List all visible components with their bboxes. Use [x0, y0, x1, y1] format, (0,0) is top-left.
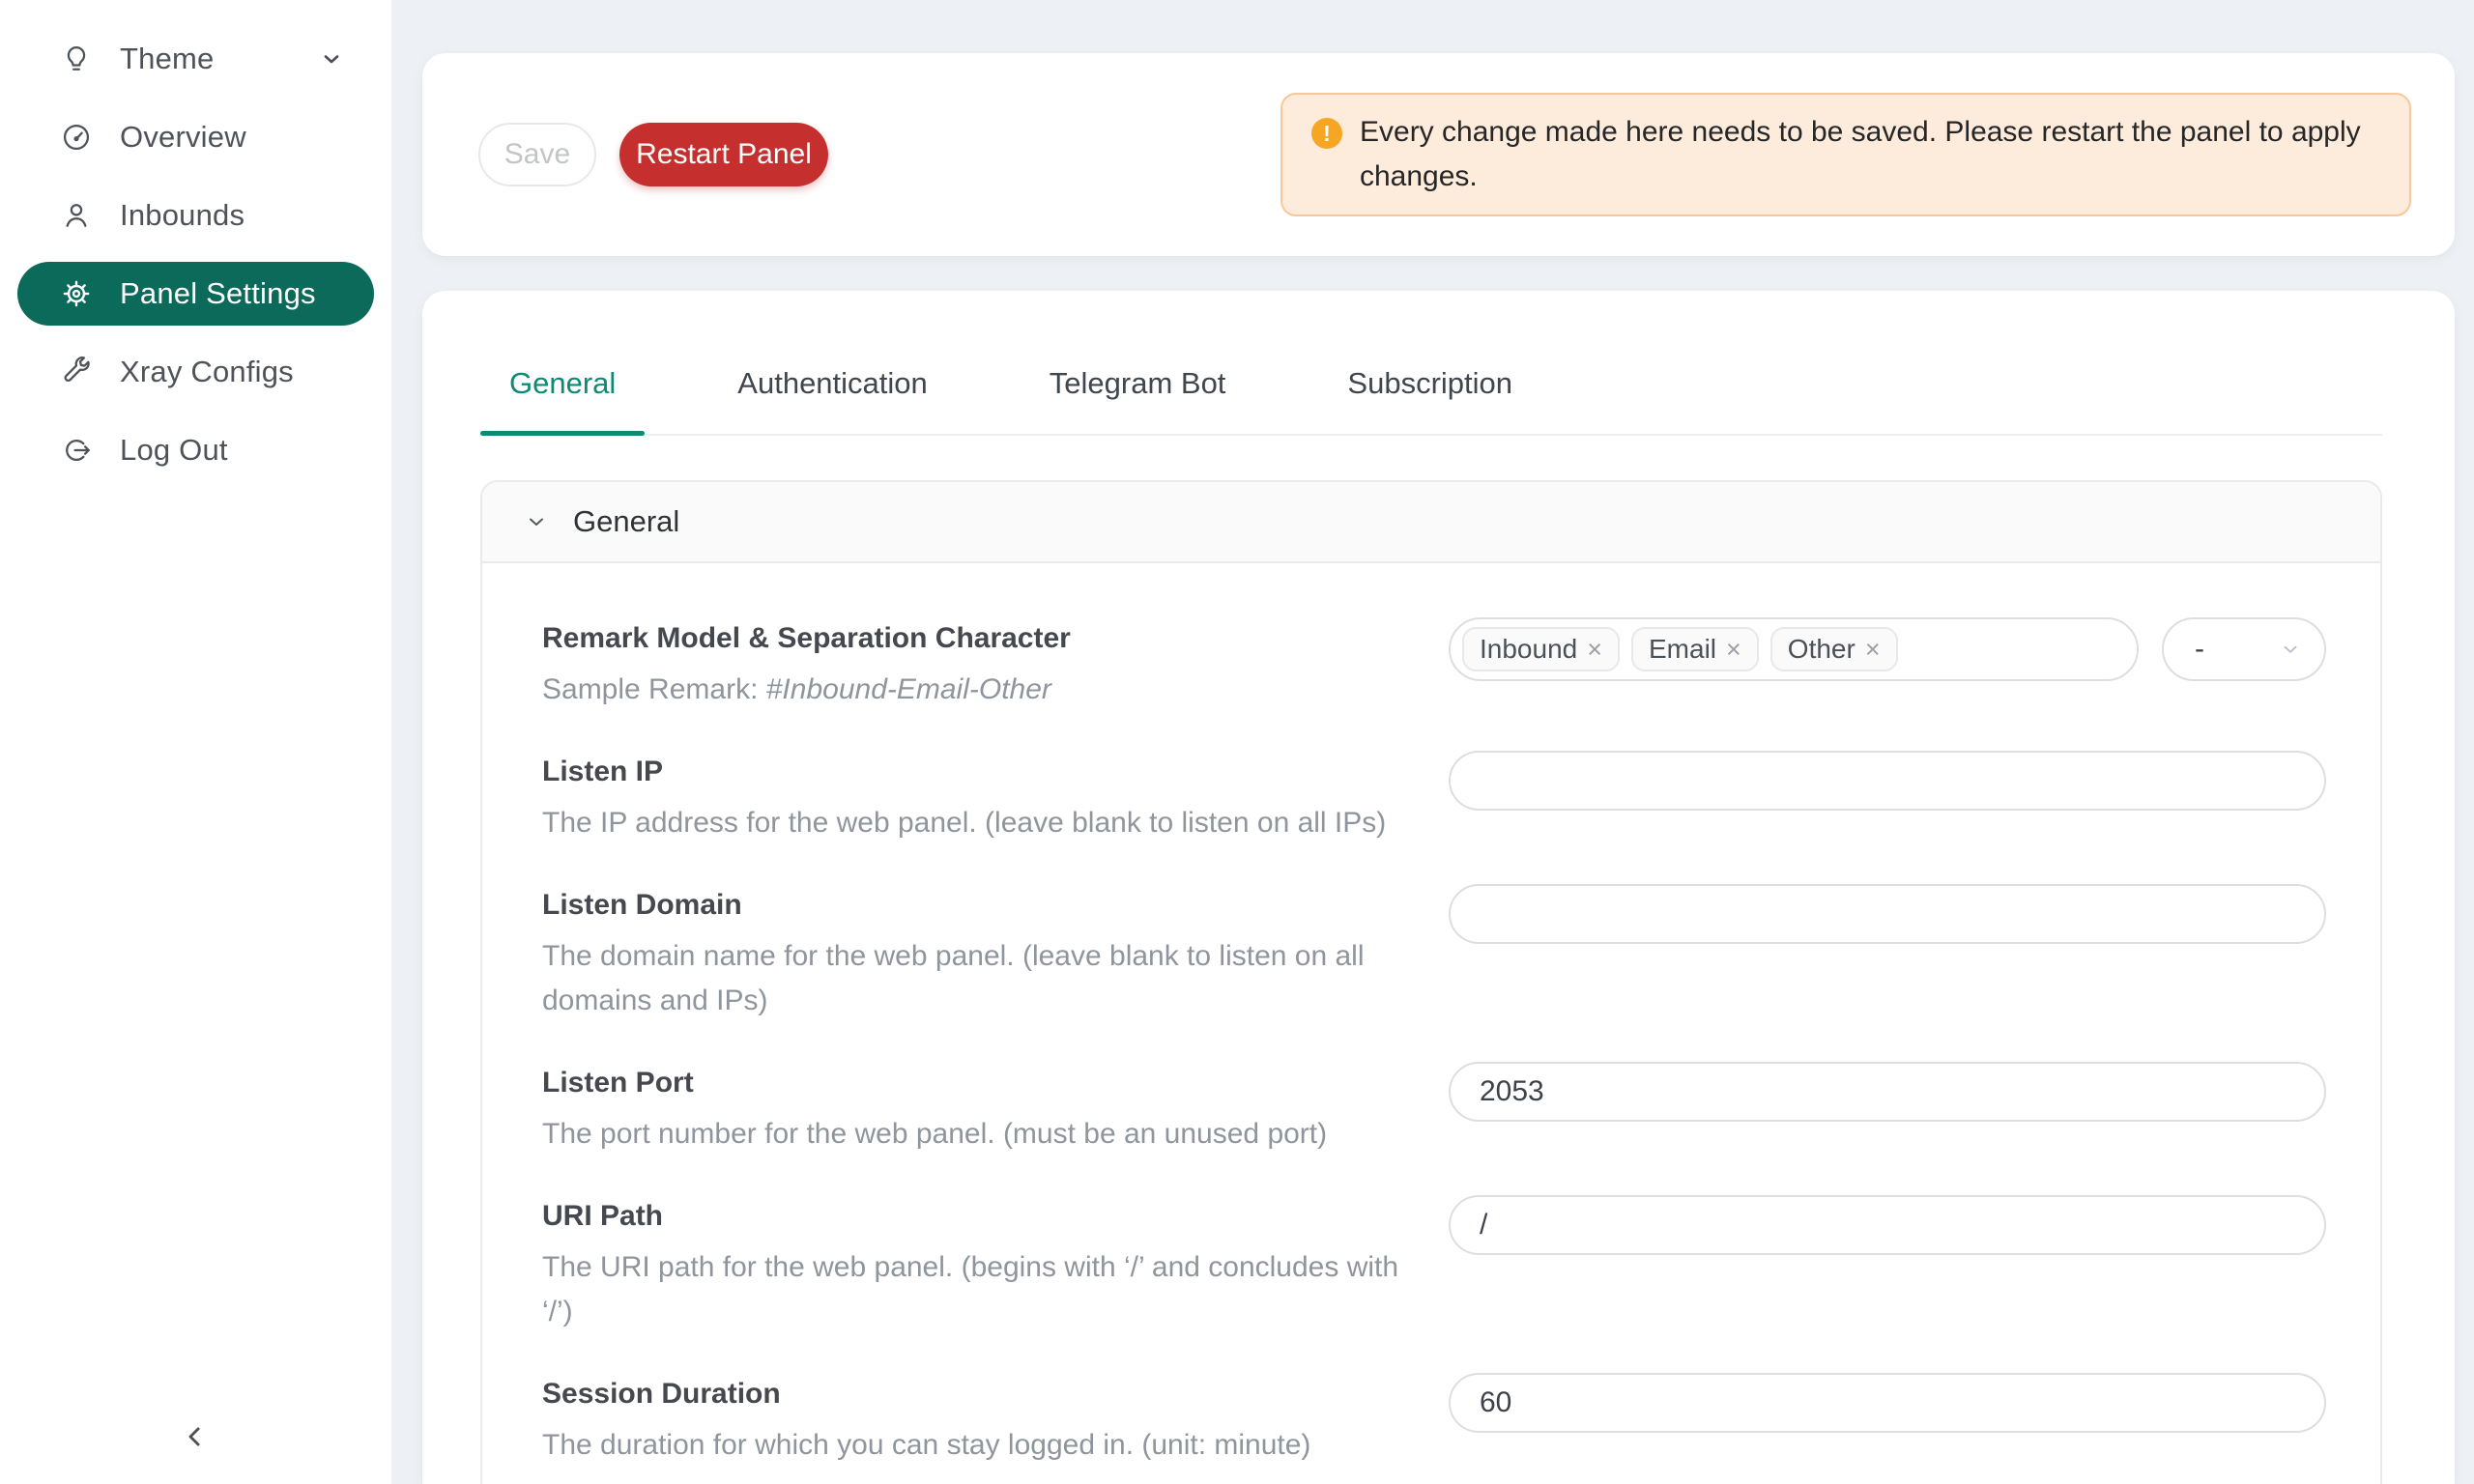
bulb-icon [60, 43, 93, 75]
field-description: The port number for the web panel. (must… [542, 1112, 1404, 1156]
gear-icon [60, 277, 93, 310]
listen-domain-input[interactable] [1449, 884, 2326, 944]
field-label: Session Duration [542, 1373, 1404, 1415]
separator-select[interactable]: - [2162, 617, 2326, 681]
field-description: The duration for which you can stay logg… [542, 1423, 1404, 1468]
chevron-down-icon[interactable] [320, 47, 343, 71]
general-collapse-panel: General Remark Model & Separation Charac… [480, 480, 2382, 1484]
uri-path-input[interactable] [1449, 1195, 2326, 1255]
toolbar-card: Save Restart Panel ! Every change made h… [422, 53, 2455, 256]
sidebar: Theme Overview [0, 0, 391, 1484]
sample-remark-value: #Inbound-Email-Other [766, 673, 1051, 705]
dashboard-icon [60, 121, 93, 154]
sidebar-item-overview[interactable]: Overview [17, 105, 374, 169]
section-title: General [573, 504, 679, 539]
chevron-down-icon [525, 510, 548, 533]
field-label: Listen Port [542, 1062, 1404, 1104]
field-label: Listen IP [542, 751, 1404, 793]
tab-general[interactable]: General [480, 366, 645, 434]
form-row-listen-port: Listen Port The port number for the web … [542, 1062, 2326, 1156]
sidebar-collapse-button[interactable] [170, 1414, 220, 1459]
field-description: The domain name for the web panel. (leav… [542, 934, 1404, 1023]
field-description: Sample Remark: #Inbound-Email-Other [542, 668, 1404, 712]
main-content: Save Restart Panel ! Every change made h… [391, 0, 2474, 1484]
tag-inbound: Inbound × [1462, 627, 1620, 671]
restart-warning-alert: ! Every change made here needs to be sav… [1280, 93, 2411, 216]
user-icon [60, 199, 93, 232]
sidebar-item-inbounds[interactable]: Inbounds [17, 184, 374, 247]
sidebar-item-label: Log Out [120, 433, 228, 468]
general-form: Remark Model & Separation Character Samp… [482, 563, 2380, 1484]
field-label: URI Path [542, 1195, 1404, 1238]
sidebar-item-label: Xray Configs [120, 355, 294, 389]
tag-remove-icon[interactable]: × [1856, 637, 1890, 663]
field-label: Remark Model & Separation Character [542, 617, 1404, 660]
form-row-session-duration: Session Duration The duration for which … [542, 1373, 2326, 1468]
tag-remove-icon[interactable]: × [1716, 637, 1751, 663]
tag-other: Other × [1770, 627, 1898, 671]
field-description: The URI path for the web panel. (begins … [542, 1245, 1404, 1334]
form-row-listen-ip: Listen IP The IP address for the web pan… [542, 751, 2326, 845]
logout-icon [60, 434, 93, 467]
general-collapse-header[interactable]: General [482, 482, 2380, 563]
sidebar-item-panel-settings[interactable]: Panel Settings [17, 262, 374, 326]
sidebar-item-label: Panel Settings [120, 276, 316, 311]
sidebar-item-label: Inbounds [120, 198, 245, 233]
sidebar-item-theme[interactable]: Theme [17, 27, 374, 91]
settings-tabs: General Authentication Telegram Bot Subs… [480, 291, 2382, 436]
chevron-left-icon [181, 1422, 210, 1451]
sidebar-item-log-out[interactable]: Log Out [17, 418, 374, 482]
sidebar-item-label: Theme [120, 42, 214, 76]
warning-icon: ! [1311, 118, 1342, 149]
tab-authentication[interactable]: Authentication [708, 366, 956, 434]
alert-message: Every change made here needs to be saved… [1360, 110, 2365, 199]
app-root: Theme Overview [0, 0, 2474, 1484]
save-button[interactable]: Save [478, 123, 596, 186]
sidebar-item-xray-configs[interactable]: Xray Configs [17, 340, 374, 404]
listen-ip-input[interactable] [1449, 751, 2326, 811]
remark-model-tags-input[interactable]: Inbound × Email × Other × [1449, 617, 2139, 681]
session-duration-input[interactable] [1449, 1373, 2326, 1433]
tag-email: Email × [1631, 627, 1759, 671]
wrench-icon [60, 356, 93, 388]
tab-subscription[interactable]: Subscription [1318, 366, 1541, 434]
restart-panel-button[interactable]: Restart Panel [619, 123, 828, 186]
form-row-remark-model: Remark Model & Separation Character Samp… [542, 617, 2326, 712]
field-description: The IP address for the web panel. (leave… [542, 801, 1404, 845]
settings-card: General Authentication Telegram Bot Subs… [422, 291, 2455, 1484]
form-row-uri-path: URI Path The URI path for the web panel.… [542, 1195, 2326, 1334]
sidebar-item-label: Overview [120, 120, 246, 155]
chevron-down-icon [2280, 639, 2301, 660]
tab-telegram-bot[interactable]: Telegram Bot [1021, 366, 1255, 434]
field-label: Listen Domain [542, 884, 1404, 927]
tag-remove-icon[interactable]: × [1577, 637, 1612, 663]
listen-port-input[interactable] [1449, 1062, 2326, 1122]
form-row-listen-domain: Listen Domain The domain name for the we… [542, 884, 2326, 1023]
separator-value: - [2195, 633, 2204, 666]
